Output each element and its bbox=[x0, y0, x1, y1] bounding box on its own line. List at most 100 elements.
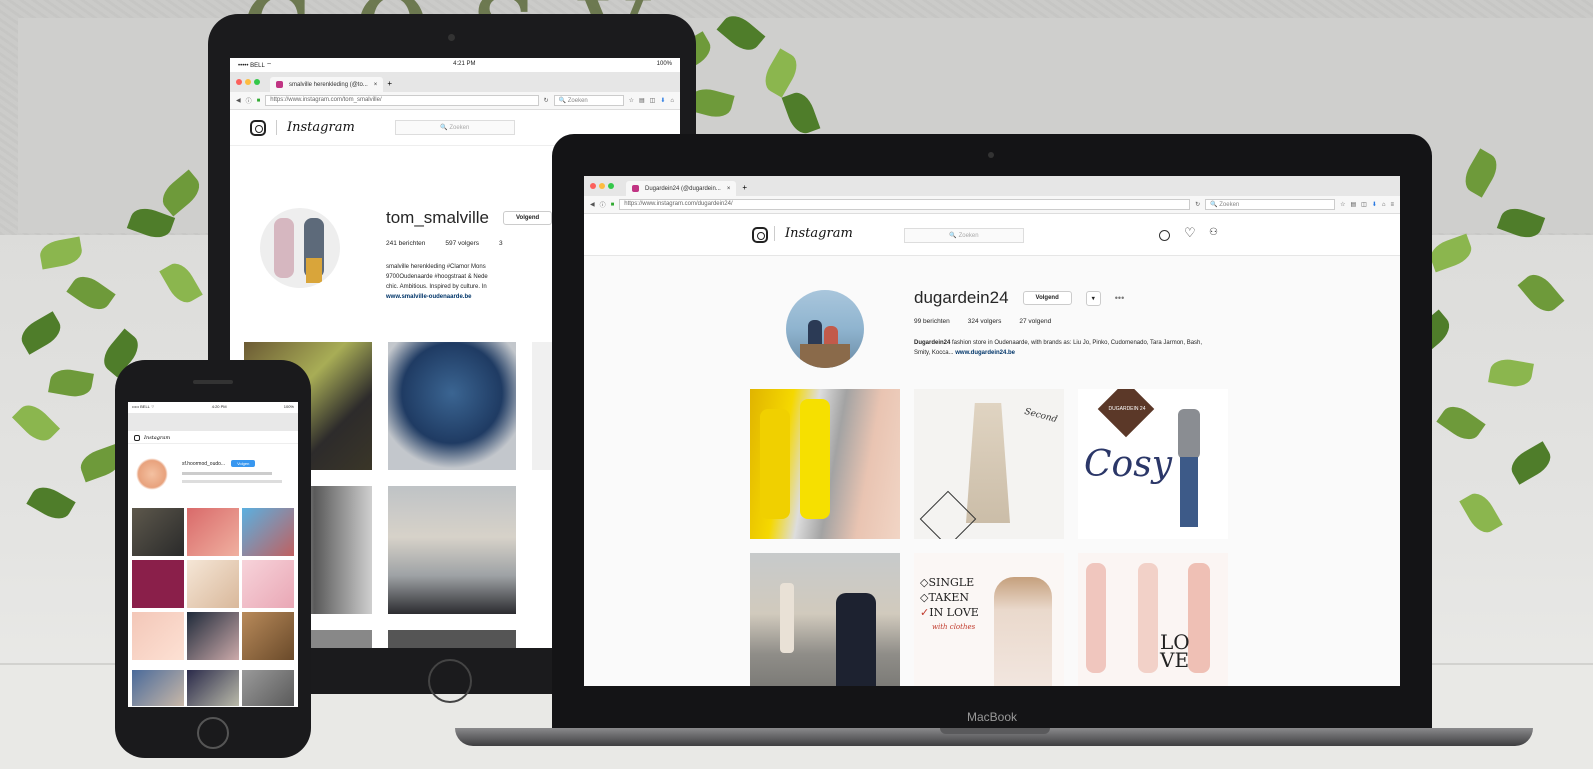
iphone-ig-header: Instagram bbox=[128, 432, 298, 444]
iphone-follow-button[interactable]: Volgen bbox=[231, 460, 256, 467]
post-cosy-text: Cosy bbox=[1084, 444, 1173, 485]
ipad-browser-search[interactable]: 🔍 Zoeken bbox=[553, 95, 624, 106]
iphone-post-photo[interactable] bbox=[242, 612, 294, 660]
iphone-post-photo[interactable] bbox=[187, 560, 239, 608]
mac-bio-link[interactable]: www.dugardein24.be bbox=[955, 350, 1015, 356]
home-icon[interactable]: ⌂ bbox=[1382, 202, 1386, 208]
mac-followers-count[interactable]: 324 volgers bbox=[968, 318, 1002, 325]
instagram-camera-icon[interactable] bbox=[134, 434, 140, 441]
mac-url-field[interactable]: https://www.instagram.com/dugardein24/ bbox=[619, 199, 1191, 210]
close-tab-icon[interactable]: × bbox=[727, 186, 731, 192]
maximize-window-icon[interactable] bbox=[254, 79, 260, 85]
ipad-browser-search-placeholder: Zoeken bbox=[567, 98, 588, 104]
mac-ig-wordmark[interactable]: Instagram bbox=[774, 226, 853, 241]
mac-post-photo[interactable] bbox=[750, 553, 900, 686]
ipad-profile-header: tom_smalville Volgend bbox=[386, 208, 553, 228]
ipad-following-count[interactable]: 3 bbox=[499, 240, 503, 247]
ipad-bio-link[interactable]: www.smalville-oudenaarde.be bbox=[386, 294, 471, 300]
maximize-window-icon[interactable] bbox=[608, 183, 614, 189]
back-icon[interactable]: ◀ bbox=[590, 201, 595, 208]
mac-follow-dropdown[interactable]: ▾ bbox=[1085, 290, 1101, 306]
iphone-ig-wordmark[interactable]: Instagram bbox=[144, 435, 170, 441]
pocket-icon[interactable]: ◫ bbox=[650, 97, 656, 104]
mac-post-photo[interactable]: LOVE bbox=[1078, 553, 1228, 686]
instagram-camera-icon[interactable] bbox=[752, 227, 768, 243]
minimize-window-icon[interactable] bbox=[245, 79, 251, 85]
reload-icon[interactable]: ↻ bbox=[544, 97, 549, 104]
iphone-post-photo[interactable] bbox=[187, 670, 239, 706]
ipad-followers-count[interactable]: 597 volgers bbox=[445, 240, 479, 247]
mac-posts-count[interactable]: 99 berichten bbox=[914, 318, 950, 325]
mac-post-photo[interactable]: DUGARDEIN 24 Cosy bbox=[1078, 389, 1228, 539]
new-tab-icon[interactable]: + bbox=[387, 79, 392, 88]
ipad-follow-button[interactable]: Volgend bbox=[502, 211, 553, 225]
post-love-text: LOVE bbox=[1160, 630, 1190, 672]
ipad-home-button[interactable] bbox=[428, 659, 472, 703]
ipad-profile-stats: 241 berichten 597 volgers 3 bbox=[386, 240, 503, 247]
iphone-post-photo[interactable] bbox=[132, 560, 184, 608]
bookmarks-icon[interactable]: ▤ bbox=[1350, 201, 1356, 208]
post-status-in-love: IN LOVE bbox=[929, 606, 979, 619]
ipad-post-photo[interactable] bbox=[388, 342, 516, 470]
minimize-window-icon[interactable] bbox=[599, 183, 605, 189]
ipad-url-field[interactable]: https://www.instagram.com/tom_smalville/ bbox=[265, 95, 539, 106]
new-tab-icon[interactable]: + bbox=[742, 183, 747, 192]
info-icon[interactable]: ⓘ bbox=[600, 200, 606, 209]
iphone-post-photo[interactable] bbox=[132, 612, 184, 660]
iphone-post-photo[interactable] bbox=[187, 612, 239, 660]
ipad-profile-avatar[interactable] bbox=[260, 208, 340, 288]
mac-post-photo[interactable]: ◇SINGLE ◇TAKEN ✓IN LOVE with clothes bbox=[914, 553, 1064, 686]
home-icon[interactable]: ⌂ bbox=[670, 98, 674, 104]
reload-icon[interactable]: ↻ bbox=[1195, 201, 1200, 208]
iphone-post-photo[interactable] bbox=[242, 560, 294, 608]
info-icon[interactable]: ⓘ bbox=[246, 96, 252, 105]
ipad-posts-count[interactable]: 241 berichten bbox=[386, 240, 425, 247]
iphone-profile-avatar[interactable] bbox=[136, 458, 168, 490]
ipad-url-bar: ◀ ⓘ ■ https://www.instagram.com/tom_smal… bbox=[230, 92, 680, 110]
mac-post-photo[interactable] bbox=[750, 389, 900, 539]
instagram-wordmark[interactable]: Instagram bbox=[276, 120, 355, 135]
back-icon[interactable]: ◀ bbox=[236, 97, 241, 104]
mac-follow-button[interactable]: Volgend bbox=[1022, 291, 1072, 305]
mac-ig-search[interactable]: 🔍 Zoeken bbox=[904, 228, 1024, 243]
mac-username: dugardein24 bbox=[914, 288, 1009, 307]
iphone-post-photo[interactable] bbox=[132, 508, 184, 556]
more-options-icon[interactable]: ••• bbox=[1115, 293, 1124, 303]
bookmark-star-icon[interactable]: ☆ bbox=[629, 97, 634, 104]
close-window-icon[interactable] bbox=[236, 79, 242, 85]
iphone-post-photo[interactable] bbox=[187, 508, 239, 556]
iphone-browser-bar bbox=[128, 413, 298, 431]
menu-icon[interactable]: ≡ bbox=[1390, 202, 1394, 208]
browser-tab[interactable]: smalville herenkleding (@to... × bbox=[270, 77, 384, 92]
iphone-home-button[interactable] bbox=[197, 717, 229, 749]
activity-heart-icon[interactable]: ♡ bbox=[1184, 225, 1196, 241]
window-controls bbox=[236, 79, 260, 85]
post-status-single: SINGLE bbox=[928, 576, 975, 589]
download-icon[interactable]: ⬇ bbox=[1372, 201, 1377, 208]
instagram-camera-icon[interactable] bbox=[250, 119, 266, 136]
bookmark-star-icon[interactable]: ☆ bbox=[1340, 201, 1345, 208]
download-icon[interactable]: ⬇ bbox=[660, 97, 665, 104]
mac-browser-search[interactable]: 🔍 Zoeken bbox=[1205, 199, 1336, 210]
pocket-icon[interactable]: ◫ bbox=[1361, 201, 1367, 208]
iphone-post-photo[interactable] bbox=[242, 670, 294, 706]
mac-tab-bar: Dugardein24 (@dugardein... × + bbox=[584, 176, 1400, 196]
close-tab-icon[interactable]: × bbox=[374, 82, 378, 88]
explore-compass-icon[interactable] bbox=[1159, 230, 1170, 241]
ipad-post-photo[interactable] bbox=[388, 486, 516, 614]
mac-profile-avatar[interactable] bbox=[786, 290, 864, 368]
mac-following-count[interactable]: 27 volgend bbox=[1019, 318, 1051, 325]
close-window-icon[interactable] bbox=[590, 183, 596, 189]
iphone-post-photo[interactable] bbox=[132, 670, 184, 706]
mac-post-photo[interactable]: Second bbox=[914, 389, 1064, 539]
ipad-post-photo[interactable] bbox=[388, 630, 516, 648]
bookmarks-icon[interactable]: ▤ bbox=[639, 97, 645, 104]
browser-tab[interactable]: Dugardein24 (@dugardein... × bbox=[626, 181, 737, 196]
ipad-ig-search[interactable]: 🔍 Zoeken bbox=[394, 120, 515, 135]
macbook-brand-label: MacBook bbox=[966, 710, 1018, 724]
iphone-post-photo[interactable] bbox=[242, 508, 294, 556]
profile-user-icon[interactable]: ⚇ bbox=[1209, 227, 1218, 238]
post-handwritten-text: Second bbox=[1023, 406, 1059, 426]
mac-profile-header: dugardein24 Volgend ▾ ••• bbox=[914, 288, 1124, 308]
post-status-list: ◇SINGLE ◇TAKEN ✓IN LOVE with clothes bbox=[920, 575, 979, 635]
